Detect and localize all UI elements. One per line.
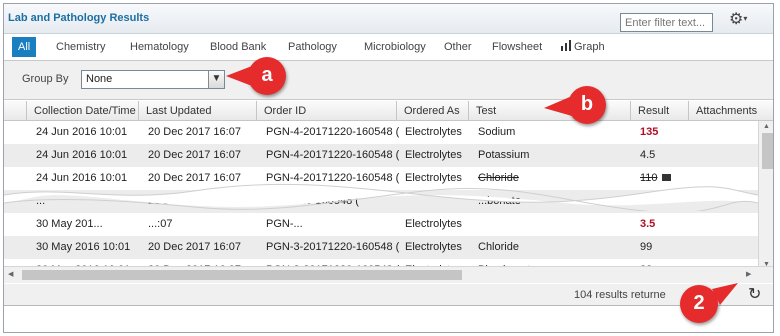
- chevron-down-icon: ▾: [743, 14, 748, 23]
- cell-order-id: PGN-3-20171220-160548 (...: [266, 241, 399, 253]
- cell-test: Potassium: [478, 149, 530, 161]
- table-row[interactable]: 24 Jun 2016 10:01 20 Dec 2017 16:07 PGN-…: [4, 144, 758, 167]
- cell-collection: 24 Jun 2016 10:01: [36, 126, 128, 138]
- cell-result-abnormal: 3.5: [640, 218, 656, 230]
- results-grid: Collection Date/Time Last Updated Order …: [4, 101, 773, 291]
- cell-ordered-as: Electrolytes: [405, 218, 462, 230]
- vertical-scrollbar[interactable]: ▲ ▼: [758, 121, 773, 272]
- callout-b: b: [568, 86, 606, 124]
- cell-ordered-as: Electrolytes: [405, 126, 462, 138]
- scroll-right-icon[interactable]: ▶: [746, 270, 751, 278]
- tab-graph-label: Graph: [574, 41, 605, 53]
- column-header-ordered-as[interactable]: Ordered As: [396, 101, 468, 121]
- lab-results-panel: Lab and Pathology Results ⚙▾ All Chemist…: [3, 3, 774, 333]
- cell-updated: ...:07: [148, 218, 173, 230]
- column-header-attachments[interactable]: Attachments: [688, 101, 758, 121]
- scroll-left-icon[interactable]: ◀: [8, 270, 13, 278]
- horizontal-scrollbar[interactable]: ◀ ▶: [4, 266, 773, 283]
- cell-updated: 20 Dec 2017 16:07: [148, 126, 241, 138]
- cell-result: 4.5: [640, 149, 656, 161]
- filter-input[interactable]: [620, 13, 713, 32]
- cell-collection: 24 Jun 2016 10:01: [36, 149, 128, 161]
- group-by-dropdown-button[interactable]: ▼: [208, 71, 224, 88]
- horizontal-scroll-thumb[interactable]: [22, 270, 462, 280]
- tab-other[interactable]: Other: [444, 37, 472, 57]
- grid-header: Collection Date/Time Last Updated Order …: [4, 101, 773, 121]
- cell-updated: 20 Dec 2017 16:07: [148, 149, 241, 161]
- refresh-button[interactable]: ↻: [748, 284, 761, 304]
- refresh-icon: ↻: [748, 286, 762, 303]
- cell-order-id: PGN-...: [266, 218, 303, 230]
- status-bar: 104 results returne ↻: [4, 284, 773, 306]
- tab-microbiology[interactable]: Microbiology: [364, 37, 426, 57]
- gear-icon: ⚙: [729, 11, 744, 28]
- cell-result-abnormal: 135: [640, 126, 659, 138]
- group-by-value: None: [86, 73, 113, 85]
- cell-test: [471, 213, 631, 236]
- gear-menu-button[interactable]: ⚙▾: [729, 10, 747, 29]
- panel-title: Lab and Pathology Results: [8, 12, 150, 24]
- tab-hematology[interactable]: Hematology: [130, 37, 189, 57]
- column-header-result[interactable]: Result: [630, 101, 688, 121]
- panel-header: Lab and Pathology Results ⚙▾: [4, 4, 773, 34]
- bar-chart-icon: [561, 40, 571, 51]
- cell-collection: 30 May 201...: [36, 218, 103, 230]
- cell-order-id: PGN-4-20171220-160548 (...: [266, 126, 399, 138]
- panel-footer: [4, 307, 773, 332]
- cell-ordered-as: Electrolytes: [405, 241, 462, 253]
- cell-collection: 30 May 2016 10:01: [36, 241, 131, 253]
- group-by-label: Group By: [22, 73, 69, 85]
- tab-flowsheet[interactable]: Flowsheet: [492, 37, 542, 57]
- cell-test: Chloride: [478, 241, 519, 253]
- table-row[interactable]: 24 Jun 2016 10:01 20 Dec 2017 16:07 PGN-…: [4, 121, 758, 144]
- torn-edge-divider: [4, 183, 758, 211]
- callout-a: a: [248, 57, 286, 95]
- column-header-collection[interactable]: Collection Date/Time: [26, 101, 138, 121]
- group-by-toolbar: Group By None ▼: [4, 60, 773, 100]
- table-row[interactable]: 30 May 201... ...:07 PGN-... Electrolyte…: [4, 213, 758, 236]
- callout-2-pointer: [712, 283, 738, 305]
- comment-icon[interactable]: [661, 174, 671, 181]
- column-header-last-updated[interactable]: Last Updated: [138, 101, 256, 121]
- callout-a-pointer: [226, 66, 252, 86]
- chevron-down-icon: ▼: [211, 73, 222, 84]
- cell-ordered-as: Electrolytes: [405, 149, 462, 161]
- column-header-order-id[interactable]: Order ID: [256, 101, 396, 121]
- tab-pathology[interactable]: Pathology: [288, 37, 337, 57]
- group-by-select[interactable]: None ▼: [81, 70, 225, 89]
- scroll-up-icon[interactable]: ▲: [763, 123, 770, 130]
- tab-blood-bank[interactable]: Blood Bank: [210, 37, 266, 57]
- vertical-scroll-thumb[interactable]: [762, 133, 773, 169]
- tab-all[interactable]: All: [12, 37, 37, 57]
- callout-b-pointer: [544, 96, 572, 116]
- cell-updated: 20 Dec 2017 16:07: [148, 241, 241, 253]
- cell-result: 99: [640, 241, 653, 253]
- result-tabs: All Chemistry Hematology Blood Bank Path…: [4, 37, 773, 57]
- cell-order-id: PGN-4-20171220-160548 (...: [266, 149, 399, 161]
- table-row[interactable]: 30 May 2016 10:01 20 Dec 2017 16:07 PGN-…: [4, 236, 758, 259]
- tab-chemistry[interactable]: Chemistry: [56, 37, 106, 57]
- results-count: 104 results returne: [574, 289, 666, 301]
- cell-test: Sodium: [478, 126, 516, 138]
- tab-graph[interactable]: Graph: [561, 37, 605, 57]
